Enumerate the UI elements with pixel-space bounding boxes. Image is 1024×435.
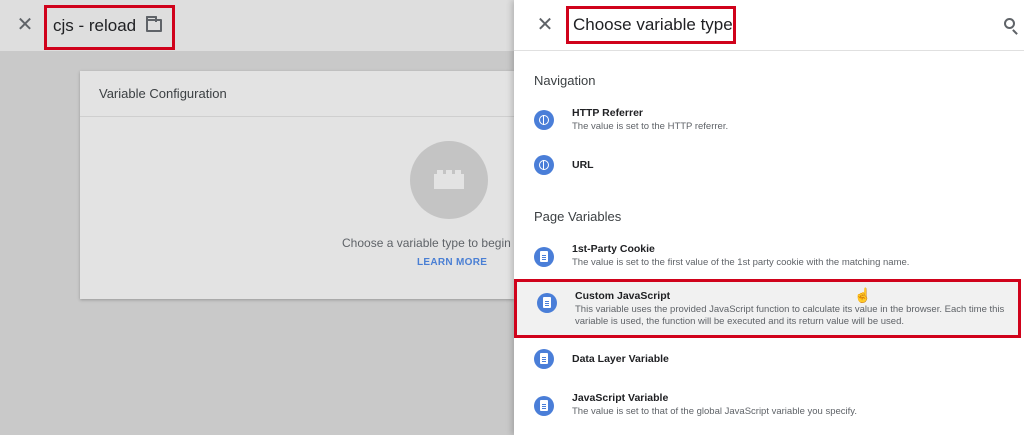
document-icon [537, 293, 557, 313]
variable-type-name: 1st-Party Cookie [572, 243, 655, 255]
variable-type-javascript-variable[interactable]: JavaScript Variable The value is set to … [514, 386, 1024, 428]
config-card-title: Variable Configuration [99, 86, 227, 101]
variable-type-name: HTTP Referrer [572, 107, 643, 119]
document-icon [534, 349, 554, 369]
section-label-page-variables: Page Variables [534, 209, 622, 224]
document-icon [534, 396, 554, 416]
panel-title: Choose variable type [573, 15, 733, 34]
variable-type-name: Data Layer Variable [572, 353, 669, 365]
variable-type-name: JavaScript Variable [572, 392, 669, 404]
close-panel-icon[interactable]: ✕ [536, 14, 554, 36]
variable-type-1st-party-cookie[interactable]: 1st-Party Cookie The value is set to the… [514, 236, 1024, 278]
variable-type-http-referrer[interactable]: HTTP Referrer The value is set to the HT… [514, 100, 1024, 142]
folder-icon[interactable] [146, 16, 162, 32]
divider [80, 116, 514, 117]
section-label-navigation: Navigation [534, 73, 596, 88]
editor-header: ✕ cjs - reload [0, 0, 514, 51]
globe-icon [534, 155, 554, 175]
choose-type-placeholder[interactable] [410, 141, 488, 219]
variable-type-name: URL [572, 159, 594, 171]
document-icon [534, 247, 554, 267]
variable-type-custom-javascript[interactable]: Custom JavaScript This variable uses the… [514, 279, 1021, 338]
variable-type-description: This variable uses the provided JavaScri… [575, 304, 1005, 327]
variable-configuration-card: Variable Configuration Choose a variable… [80, 71, 514, 299]
globe-icon [534, 110, 554, 130]
hand-cursor-icon: ☝ [854, 287, 872, 303]
variable-type-data-layer-variable[interactable]: Data Layer Variable [514, 340, 1024, 376]
variable-type-description: The value is set to that of the global J… [572, 406, 857, 417]
choose-type-prompt: Choose a variable type to begin [342, 236, 511, 250]
divider [514, 50, 1024, 51]
search-icon[interactable] [1004, 18, 1015, 29]
choose-variable-type-panel: ✕ Choose variable type Navigation HTTP R… [514, 0, 1024, 435]
variable-type-url[interactable]: URL [514, 148, 1024, 184]
variable-name-title[interactable]: cjs - reload [53, 16, 136, 36]
variable-type-name: Custom JavaScript [575, 290, 671, 302]
variable-type-description: The value is set to the first value of t… [572, 257, 910, 268]
close-icon[interactable]: ✕ [16, 14, 34, 36]
variable-editor-background: ✕ cjs - reload Variable Configuration Ch… [0, 0, 514, 435]
lego-block-icon [434, 170, 464, 189]
learn-more-link[interactable]: LEARN MORE [417, 257, 487, 268]
variable-type-description: The value is set to the HTTP referrer. [572, 121, 729, 132]
